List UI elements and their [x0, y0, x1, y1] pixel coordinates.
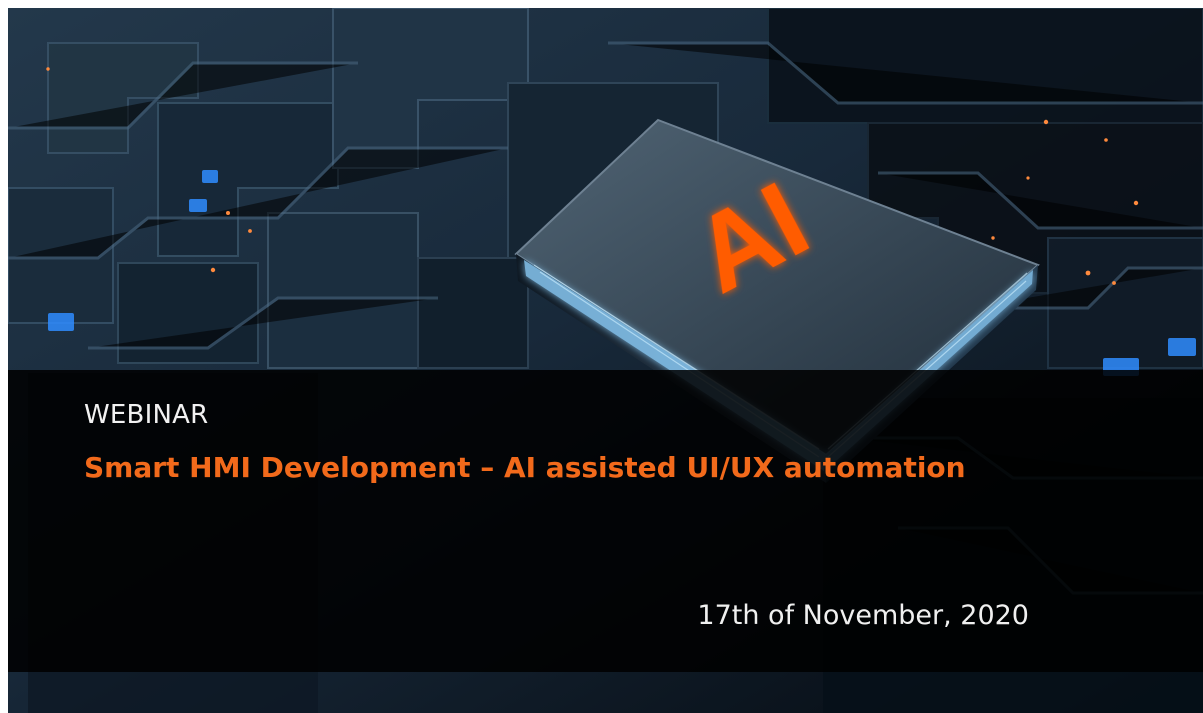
webinar-date: 17th of November, 2020 [697, 600, 1029, 631]
webinar-label: WEBINAR [84, 400, 209, 430]
webinar-slide: AI WEBINAR Smart HMI Development – AI as… [0, 0, 1203, 713]
webinar-title: Smart HMI Development – AI assisted UI/U… [84, 451, 966, 484]
